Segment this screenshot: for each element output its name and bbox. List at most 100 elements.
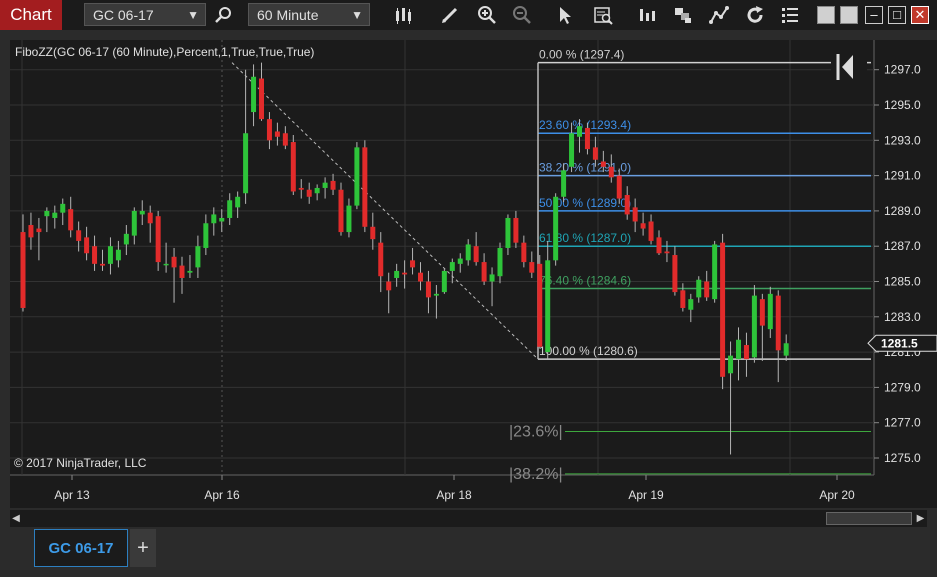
time-axis-background (10, 475, 937, 508)
reload-icon[interactable] (745, 5, 765, 25)
y-tick-label: 1297.0 (884, 63, 921, 77)
fib-extension-label: |38.2%| (509, 466, 563, 483)
candle-body (688, 299, 694, 310)
candle-body (775, 295, 781, 351)
candle-body (163, 263, 169, 266)
y-tick-label: 1285.0 (884, 275, 921, 289)
maximize-icon[interactable]: □ (888, 6, 906, 24)
candle-body (656, 237, 662, 254)
instrument-tabs: GC 06-17 + (0, 527, 937, 577)
copyright-text: © 2017 NinjaTrader, LLC (14, 456, 147, 470)
zoom-out-icon[interactable] (512, 5, 532, 25)
scrollbar-thumb[interactable] (826, 512, 912, 525)
properties-icon[interactable] (780, 5, 800, 25)
chevron-down-icon: ▼ (351, 8, 363, 22)
candle-body (712, 244, 718, 300)
y-tick-label: 1275.0 (884, 451, 921, 465)
candle-body (195, 246, 201, 268)
y-tick-label: 1295.0 (884, 98, 921, 112)
pointer-icon[interactable] (556, 5, 576, 25)
y-tick-label: 1277.0 (884, 416, 921, 430)
restore-icon[interactable] (840, 6, 858, 24)
chart-panel[interactable]: 0.00 % (1297.4) 23.60 % (1293.4) 38.20 % (… (0, 30, 937, 508)
indicator-title: FiboZZ(GC 06-17 (60 Minute),Percent,1,Tr… (15, 45, 314, 59)
horizontal-scrollbar[interactable]: ◀ ▶ (10, 510, 927, 527)
y-tick-label: 1293.0 (884, 133, 921, 147)
candle-body (20, 232, 26, 308)
candle-body (728, 355, 734, 374)
candle-body (489, 274, 495, 282)
candle-body (354, 147, 360, 206)
x-tick-label: Apr 13 (54, 488, 90, 502)
candle-body (569, 133, 575, 167)
scroll-right-icon[interactable]: ▶ (914, 510, 927, 527)
tile-icon[interactable] (817, 6, 835, 24)
candle-body (28, 225, 34, 238)
candle-body (274, 131, 280, 137)
y-tick-label: 1291.0 (884, 169, 921, 183)
candle-body (203, 223, 209, 248)
candle-body (139, 210, 145, 215)
strategies-icon[interactable] (673, 5, 693, 25)
candle-body (425, 281, 431, 298)
candle-body (155, 216, 161, 263)
candle-body (608, 166, 614, 178)
scroll-to-end-icon[interactable] (831, 50, 867, 82)
candle-body (187, 270, 193, 273)
close-icon[interactable]: ✕ (911, 6, 929, 24)
candle-body (378, 242, 384, 277)
candle-body (624, 195, 630, 215)
candle-body (44, 210, 50, 217)
candle-body (123, 233, 129, 245)
candle-body (314, 187, 320, 194)
x-tick-label: Apr 20 (819, 488, 855, 502)
candle-body (441, 270, 447, 293)
interval-selector[interactable]: 60 Minute ▼ (248, 3, 370, 26)
candle-body (306, 189, 312, 197)
candle-body (251, 76, 257, 113)
candle-body (577, 126, 582, 137)
candle-body (410, 260, 416, 268)
fib-level-label: 0.00 % (1297.4) (539, 48, 624, 62)
candle-body (147, 212, 153, 224)
candle-body (115, 249, 121, 261)
candle-body (600, 161, 606, 167)
add-tab-button[interactable]: + (130, 529, 156, 567)
fib-level-label: 100.00 % (1280.6) (539, 344, 638, 358)
candle-body (211, 214, 217, 224)
candle-body (672, 255, 678, 293)
candle-body (52, 212, 58, 218)
tab-gc-06-17[interactable]: GC 06-17 (34, 529, 128, 567)
candle-body (179, 265, 185, 278)
indicators-icon[interactable] (637, 5, 657, 25)
fib-extension-label: |23.6%| (509, 424, 563, 441)
drawing-tools-icon[interactable] (709, 5, 729, 25)
chart-menu-button[interactable]: Chart (0, 0, 62, 30)
candle-body (362, 147, 368, 227)
candle-body (696, 279, 702, 298)
zoom-in-icon[interactable] (477, 5, 497, 25)
candle-body (322, 182, 328, 188)
data-box-icon[interactable] (593, 5, 613, 25)
instrument-selector[interactable]: GC 06-17 ▼ (84, 3, 206, 26)
pencil-icon[interactable] (440, 5, 460, 25)
candle-body (282, 133, 288, 146)
bar-type-icon[interactable] (393, 5, 413, 25)
candle-body (584, 127, 590, 150)
current-price-label: 1281.5 (881, 336, 918, 350)
candle-body (616, 175, 622, 199)
toolbar: Chart GC 06-17 ▼ 60 Minute ▼ – □ ✕ (0, 0, 937, 30)
candle-body (592, 147, 598, 160)
minimize-icon[interactable]: – (865, 6, 883, 24)
fib-level-label: 61.80 % (1287.0) (539, 231, 631, 245)
candle-body (84, 237, 90, 254)
interval-value: 60 Minute (257, 7, 319, 23)
candle-body (720, 242, 726, 377)
candle-body (259, 78, 264, 120)
scroll-left-icon[interactable]: ◀ (10, 510, 22, 527)
candle-body (36, 228, 42, 233)
candle-body (704, 281, 710, 298)
chevron-down-icon: ▼ (187, 8, 199, 22)
search-icon[interactable] (214, 5, 234, 25)
price-chart[interactable]: 0.00 % (1297.4)23.60 % (1293.4)38.20 % (… (0, 30, 937, 508)
